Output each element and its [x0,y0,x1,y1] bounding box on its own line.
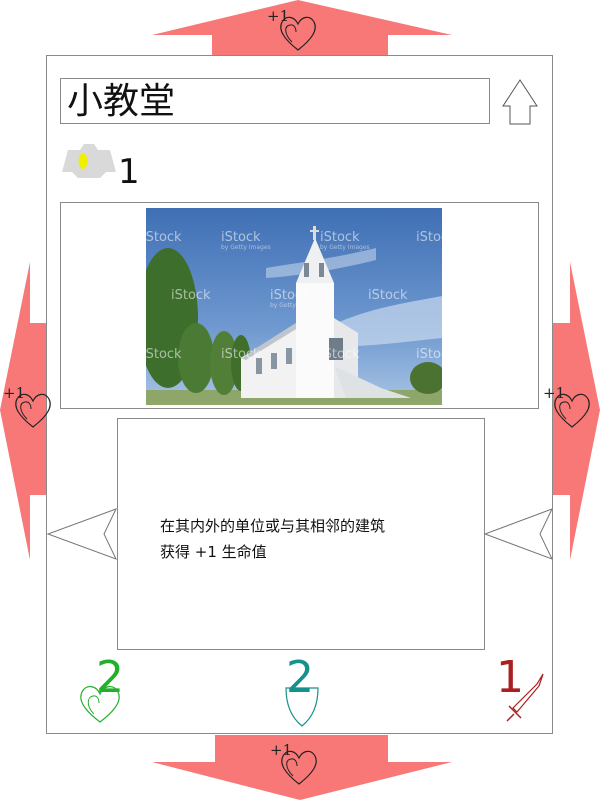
health-value: 2 [96,652,124,703]
svg-text:iStock: iStock [320,347,360,362]
description-box: 在其内外的单位或与其相邻的建筑 获得 +1 生命值 [117,418,485,650]
right-heart-plus-icon [554,393,590,428]
left-heart-plus-icon [15,393,51,428]
right-pointer-icon [483,508,553,560]
gem-badge-icon [62,144,116,178]
svg-text:iStock: iStock [221,347,261,362]
svg-text:iStock: iStock [221,230,261,245]
card-title: 小教堂 [60,78,490,124]
svg-text:iStock: iStock [416,230,442,245]
bottom-heart-plus-icon [281,750,317,785]
level-number: 1 [118,152,140,192]
top-heart-plus-icon [280,16,316,51]
svg-text:iStock: iStock [146,230,182,245]
up-arrow-icon[interactable] [500,78,540,126]
svg-text:iStock: iStock [270,288,310,303]
church-image: iStock iStock iStock iStock iStock iStoc… [146,208,442,405]
svg-text:iStock: iStock [146,347,182,362]
description-line-2: 获得 +1 生命值 [160,543,267,561]
defense-value: 2 [286,652,314,703]
svg-text:iStock: iStock [171,288,211,303]
svg-text:iStock: iStock [416,347,442,362]
svg-text:iStock: iStock [368,288,408,303]
description-line-1: 在其内外的单位或与其相邻的建筑 [160,517,386,535]
left-pointer-icon [46,508,117,560]
svg-text:by Getty Images: by Getty Images [320,244,370,251]
svg-text:iStock: iStock [320,230,360,245]
svg-text:by Getty Images: by Getty Images [221,244,271,251]
description-text: 在其内外的单位或与其相邻的建筑 获得 +1 生命值 [160,513,460,565]
svg-text:by Getty Images: by Getty Images [270,302,320,309]
attack-value: 1 [496,652,524,703]
